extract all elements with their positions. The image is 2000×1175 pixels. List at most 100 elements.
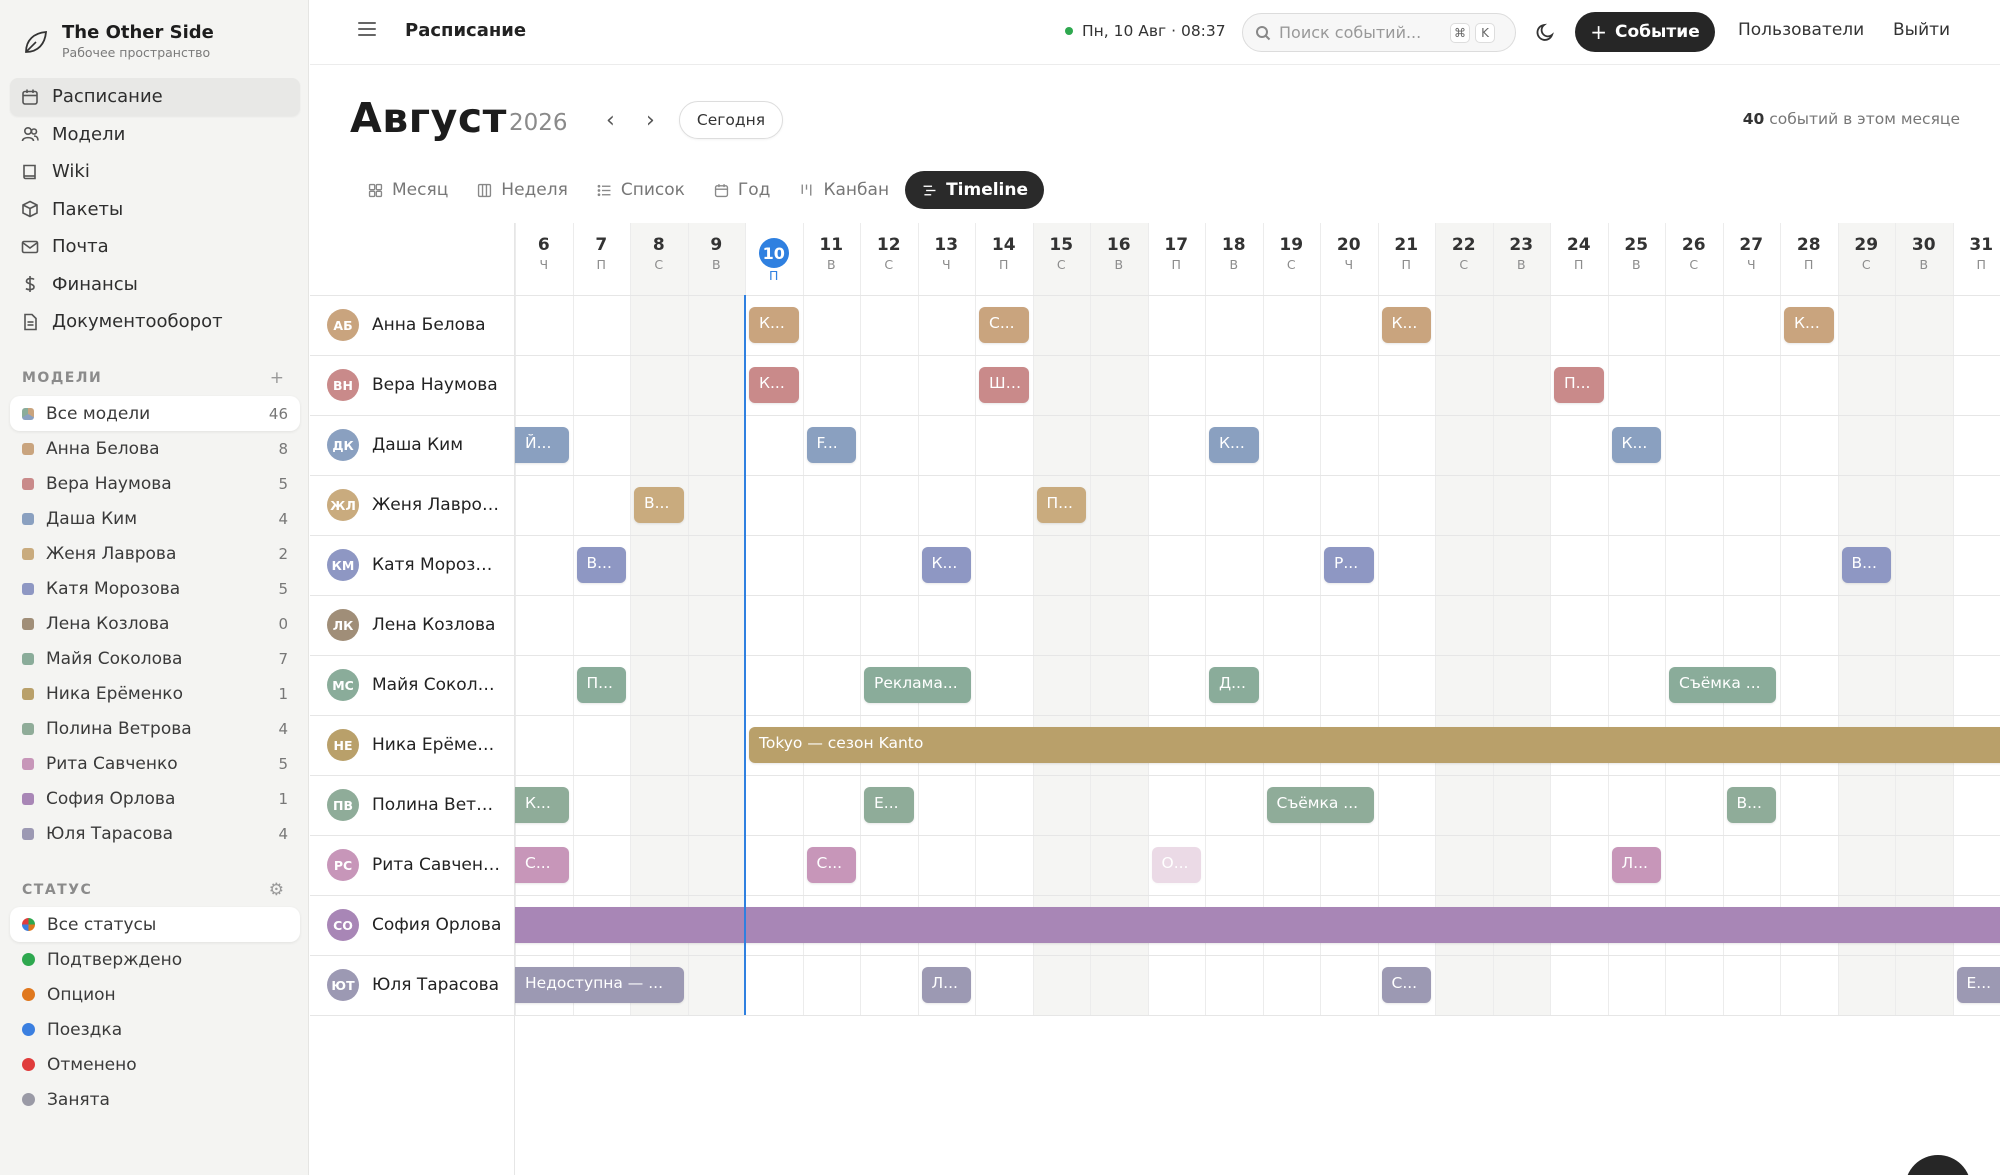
event-bar[interactable]: Реклама... bbox=[864, 667, 971, 703]
sidebar-item-5[interactable]: Финансы bbox=[10, 266, 300, 304]
model-filter-item[interactable]: Рита Савченко 5 bbox=[10, 746, 300, 781]
model-row-header[interactable]: МС Майя Соколова bbox=[310, 655, 514, 715]
status-filter-item[interactable]: Подтверждено bbox=[10, 942, 300, 977]
event-bar[interactable]: Р... bbox=[1324, 547, 1374, 583]
day-header[interactable]: 20 Ч bbox=[1320, 223, 1378, 295]
day-header[interactable]: 13 Ч bbox=[918, 223, 976, 295]
day-header[interactable]: 19 С bbox=[1263, 223, 1321, 295]
view-tab-месяц[interactable]: Месяц bbox=[355, 171, 460, 209]
event-bar[interactable]: Й... bbox=[515, 427, 569, 463]
event-bar[interactable]: П... bbox=[1554, 367, 1604, 403]
day-header[interactable]: 28 П bbox=[1780, 223, 1838, 295]
status-filter-item[interactable]: Поездка bbox=[10, 1012, 300, 1047]
day-header[interactable]: 27 Ч bbox=[1723, 223, 1781, 295]
event-bar[interactable]: В... bbox=[634, 487, 684, 523]
model-filter-item[interactable]: Даша Ким 4 bbox=[10, 501, 300, 536]
logout-link[interactable]: Выйти bbox=[1893, 20, 1950, 40]
model-filter-item[interactable]: Анна Белова 8 bbox=[10, 431, 300, 466]
model-filter-item[interactable]: Юля Тарасова 4 bbox=[10, 816, 300, 851]
event-bar[interactable]: Е... bbox=[1956, 967, 2000, 1003]
event-bar[interactable]: К... bbox=[749, 367, 799, 403]
status-filter-item[interactable]: Отменено bbox=[10, 1047, 300, 1082]
model-row-header[interactable]: ПВ Полина Ветрова bbox=[310, 775, 514, 835]
event-bar[interactable]: П... bbox=[576, 667, 626, 703]
event-bar[interactable]: К... bbox=[1381, 307, 1431, 343]
hamburger-menu-icon[interactable] bbox=[358, 22, 376, 38]
day-header[interactable]: 15 С bbox=[1033, 223, 1091, 295]
day-header[interactable]: 22 С bbox=[1435, 223, 1493, 295]
event-bar[interactable]: С... bbox=[806, 847, 856, 883]
day-header[interactable]: 25 В bbox=[1608, 223, 1666, 295]
event-bar[interactable]: F... bbox=[806, 427, 856, 463]
day-header[interactable]: 16 В bbox=[1090, 223, 1148, 295]
view-tab-год[interactable]: Год bbox=[701, 171, 783, 209]
event-bar[interactable]: К... bbox=[515, 787, 569, 823]
day-header[interactable]: 17 П bbox=[1148, 223, 1206, 295]
today-button[interactable]: Сегодня bbox=[679, 101, 783, 139]
search-box[interactable]: ⌘ K bbox=[1242, 13, 1516, 52]
event-bar[interactable]: П... bbox=[1036, 487, 1086, 523]
model-filter-item[interactable]: Майя Соколова 7 bbox=[10, 641, 300, 676]
model-filter-item[interactable]: София Орлова 1 bbox=[10, 781, 300, 816]
model-row-header[interactable]: СО София Орлова bbox=[310, 895, 514, 955]
day-header[interactable]: 8С bbox=[630, 223, 688, 295]
event-bar[interactable]: В... bbox=[1841, 547, 1891, 583]
event-bar[interactable]: Л... bbox=[921, 967, 971, 1003]
users-link[interactable]: Пользователи bbox=[1738, 20, 1864, 40]
event-bar[interactable]: К... bbox=[1784, 307, 1834, 343]
event-bar[interactable]: Д... bbox=[1209, 667, 1259, 703]
day-header[interactable]: 21 П bbox=[1378, 223, 1436, 295]
day-header[interactable]: 24 П bbox=[1550, 223, 1608, 295]
prev-month-button[interactable]: ‹ bbox=[606, 108, 615, 133]
day-header[interactable]: 31 П bbox=[1953, 223, 2000, 295]
event-bar[interactable]: Ш... bbox=[979, 367, 1029, 403]
event-bar[interactable]: Tokyo — сезон Kanto bbox=[749, 727, 2000, 763]
day-header[interactable]: 23 В bbox=[1493, 223, 1551, 295]
event-bar[interactable]: В... bbox=[576, 547, 626, 583]
search-input[interactable] bbox=[1279, 23, 1445, 42]
sidebar-item-4[interactable]: Почта bbox=[10, 228, 300, 266]
model-row-header[interactable]: ВН Вера Наумова bbox=[310, 355, 514, 415]
day-header[interactable]: 29 С bbox=[1838, 223, 1896, 295]
day-header[interactable]: 10 П bbox=[745, 223, 803, 295]
view-tab-timeline[interactable]: Timeline bbox=[905, 171, 1045, 209]
brand[interactable]: The Other Side Рабочее пространство bbox=[22, 22, 214, 62]
event-bar[interactable]: В... bbox=[1726, 787, 1776, 823]
status-filter-item[interactable]: Опцион bbox=[10, 977, 300, 1012]
model-row-header[interactable]: ДК Даша Ким bbox=[310, 415, 514, 475]
event-bar[interactable]: О... bbox=[1151, 847, 1201, 883]
next-month-button[interactable]: › bbox=[646, 108, 655, 133]
sidebar-item-3[interactable]: Пакеты bbox=[10, 191, 300, 229]
event-bar[interactable]: Л... bbox=[1611, 847, 1661, 883]
status-filter-item[interactable]: Все статусы bbox=[10, 907, 300, 942]
day-header[interactable]: 12 С bbox=[860, 223, 918, 295]
event-bar[interactable]: К... bbox=[749, 307, 799, 343]
day-header[interactable]: 30 В bbox=[1895, 223, 1953, 295]
sidebar-item-0[interactable]: Расписание bbox=[10, 78, 300, 116]
model-filter-item[interactable]: Женя Лаврова 2 bbox=[10, 536, 300, 571]
event-bar[interactable]: Недоступна — ... bbox=[515, 967, 684, 1003]
event-bar[interactable]: Е... bbox=[864, 787, 914, 823]
model-filter-item[interactable]: Катя Морозова 5 bbox=[10, 571, 300, 606]
add-model-button[interactable]: + bbox=[270, 368, 284, 388]
view-tab-список[interactable]: Список bbox=[584, 171, 697, 209]
model-row-header[interactable]: АБ Анна Белова bbox=[310, 295, 514, 355]
new-event-button[interactable]: + Событие bbox=[1575, 12, 1715, 52]
model-filter-item[interactable]: Лена Козлова 0 bbox=[10, 606, 300, 641]
event-bar[interactable]: К... bbox=[1209, 427, 1259, 463]
model-row-header[interactable]: КМ Катя Морозова bbox=[310, 535, 514, 595]
day-header[interactable]: 14 П bbox=[975, 223, 1033, 295]
model-filter-item[interactable]: Все модели 46 bbox=[10, 396, 300, 431]
day-header[interactable]: 26 С bbox=[1665, 223, 1723, 295]
model-filter-item[interactable]: Полина Ветрова 4 bbox=[10, 711, 300, 746]
sidebar-item-1[interactable]: Модели bbox=[10, 116, 300, 154]
event-bar[interactable]: К... bbox=[921, 547, 971, 583]
day-header[interactable]: 9В bbox=[688, 223, 746, 295]
day-header[interactable]: 6Ч bbox=[515, 223, 573, 295]
moon-icon[interactable] bbox=[1535, 21, 1557, 43]
day-header[interactable]: 11 В bbox=[803, 223, 861, 295]
model-filter-item[interactable]: Ника Ерёменко 1 bbox=[10, 676, 300, 711]
sidebar-item-6[interactable]: Документооборот bbox=[10, 303, 300, 341]
day-header[interactable]: 18 В bbox=[1205, 223, 1263, 295]
event-bar[interactable]: С... bbox=[515, 847, 569, 883]
